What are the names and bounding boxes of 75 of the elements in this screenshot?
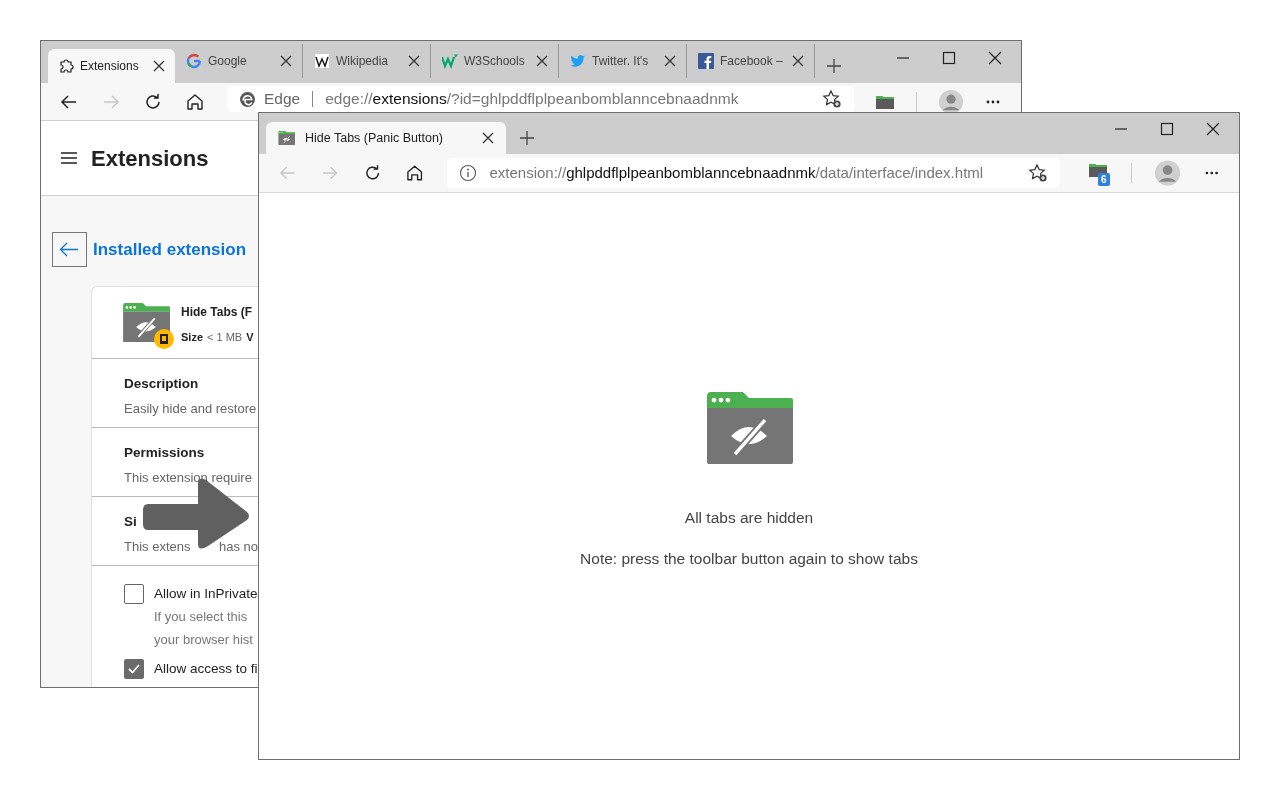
browser-tab[interactable]: Twitter. It's [560,44,687,78]
option-description: If you select this [154,608,249,627]
status-message: All tabs are hidden [684,508,814,529]
checkmark-icon [127,662,141,677]
new-tab-icon[interactable] [519,130,535,146]
browser-tab[interactable]: Hide Tabs (Panic Button) [266,122,506,154]
option-label: Allow access to fi [154,660,258,679]
refresh-icon[interactable] [143,91,163,112]
address-bar[interactable]: Edge edge://extensions/?id=ghlpddflplpeanbomblanncebnaadnmk [227,86,854,112]
option-label: Allow in InPrivate [154,585,258,603]
checkbox[interactable] [124,584,144,604]
facebook-icon [698,53,714,69]
section-text: has no [218,538,258,557]
size-label: Size [181,330,203,345]
menu-icon[interactable] [61,150,77,166]
site-label: Edge [264,89,301,110]
option-description: your browser hist [154,630,254,649]
policy-badge-icon [154,329,174,349]
page-title: Extensions [91,144,209,173]
size-value: < 1 MB [207,330,243,345]
close-icon[interactable] [987,50,1003,66]
address-bar[interactable]: extension://ghlpddflplpeanbomblanncebnaadnmk/data/interface/index.html [447,158,1060,188]
section-heading: Si [124,513,138,531]
browser-tab[interactable]: W3Schools [432,44,559,78]
browser-tab[interactable]: Google [176,44,303,78]
google-icon [186,53,202,69]
section-heading: Description [124,375,200,393]
url-text: extension://ghlpddflplpeanbomblanncebnaadnmk/data/interface/index.html [489,162,985,183]
extension-name: Hide Tabs (F [181,304,254,321]
close-icon[interactable] [153,60,165,72]
close-icon[interactable] [408,55,420,67]
profile-avatar[interactable] [1155,160,1181,186]
section-text: This extens [124,538,192,557]
version-label: V [246,330,254,345]
tab-title: W3Schools [464,53,526,70]
tab-title: Facebook – [720,53,784,70]
bird-icon [570,53,586,69]
home-icon[interactable] [405,163,425,183]
url-text: edge://extensions/?id=ghlpddflplpeanbomblanncebnaadnmk [325,89,739,110]
checkbox[interactable] [124,659,144,680]
close-icon[interactable] [664,55,676,67]
browser-tab[interactable]: Wikipedia [304,44,431,78]
close-icon[interactable] [1205,121,1221,137]
extension-icon[interactable] [1089,162,1107,177]
add-favorite-icon[interactable] [822,89,842,109]
maximize-icon[interactable] [941,50,957,66]
tab-title: Hide Tabs (Panic Button) [305,129,445,147]
tab-title: Wikipedia [336,53,390,70]
section-text: Easily hide and restore [124,400,257,419]
maximize-icon[interactable] [1159,121,1175,137]
browser-tab[interactable]: Extensions [48,49,175,83]
tab-count-badge: 6 [1098,173,1110,186]
w3-icon [442,53,458,69]
tab-title: Google [208,53,248,70]
close-icon[interactable] [280,55,292,67]
back-button[interactable] [52,232,87,267]
note-text: Note: press the toolbar button again to show tabs [580,549,918,570]
edge-logo-icon [239,90,256,108]
info-icon [459,164,478,182]
tab-title: Extensions [80,58,140,75]
installed-extensions-link[interactable]: Installed extension [93,236,247,263]
puzzle-icon [58,58,74,74]
profile-avatar[interactable] [939,89,963,114]
wikipedia-icon [314,53,330,69]
section-heading: Permissions [124,444,206,462]
folder-icon [278,131,295,145]
extension-icon[interactable] [876,94,894,109]
close-icon[interactable] [792,55,804,67]
home-icon[interactable] [185,91,205,112]
tab-title: Twitter. It's [592,53,650,70]
close-icon[interactable] [482,132,494,144]
close-icon[interactable] [536,55,548,67]
add-favorite-icon[interactable] [1028,163,1048,183]
new-tab-icon[interactable] [826,58,842,74]
browser-tab[interactable]: Facebook – [688,44,815,78]
